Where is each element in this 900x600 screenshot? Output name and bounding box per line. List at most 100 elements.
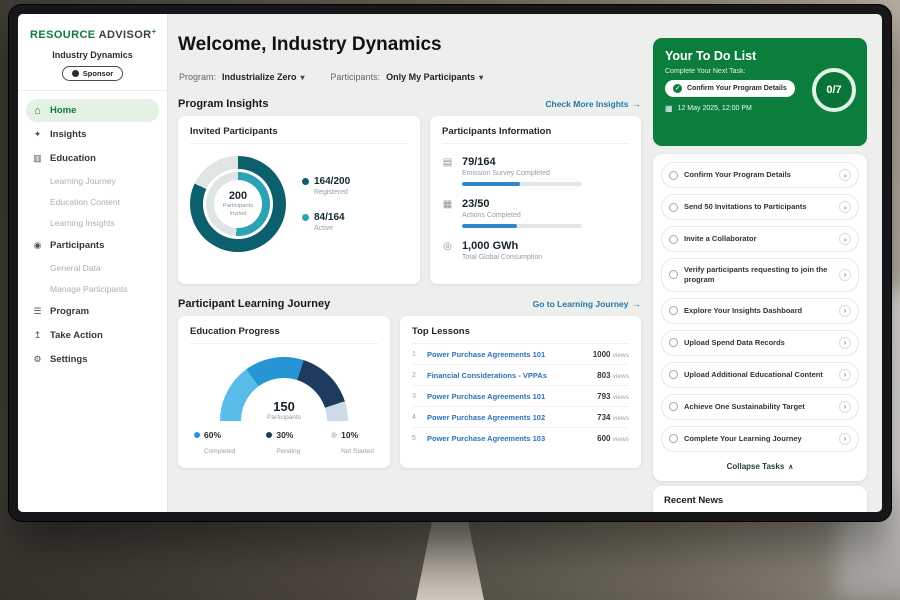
- logo-advisor: ADVISOR: [99, 29, 152, 41]
- task-label: Achieve One Sustainability Target: [684, 402, 833, 412]
- todo-task[interactable]: Send 50 Invitations to Participants: [661, 194, 859, 220]
- lesson-link[interactable]: Power Purchase Agreements 101: [427, 392, 590, 401]
- legend-item-registered: 164/200 Registered: [302, 176, 350, 196]
- sidebar-item-label: Program: [50, 306, 89, 317]
- nav-icon: [32, 129, 43, 140]
- chevron-right-icon[interactable]: [839, 337, 851, 349]
- chevron-right-icon[interactable]: [839, 201, 851, 213]
- next-task-pill[interactable]: Confirm Your Program Details: [665, 80, 795, 97]
- screen: RESOURCE ADVISOR+ Industry Dynamics Spon…: [18, 14, 882, 512]
- participants-select[interactable]: Only My Participants: [386, 72, 483, 82]
- todo-task[interactable]: Explore Your Insights Dashboard: [661, 298, 859, 324]
- invited-center-label: Participants Invited: [218, 203, 258, 218]
- task-checkbox[interactable]: [669, 203, 678, 212]
- task-checkbox[interactable]: [669, 235, 678, 244]
- chevron-right-icon[interactable]: [839, 433, 851, 445]
- education-progress-card: Education Progress 150 Participants 60% …: [178, 316, 390, 468]
- lesson-link[interactable]: Power Purchase Agreements 103: [427, 434, 590, 443]
- active-dot-icon: [302, 214, 309, 221]
- sidebar-item-label: Take Action: [50, 330, 103, 341]
- go-to-learning-journey-link[interactable]: Go to Learning Journey: [533, 299, 641, 309]
- nav-icon: [32, 330, 43, 341]
- participants-information-card: Participants Information 79/164 Emission…: [430, 116, 641, 284]
- sidebar-item-label: General Data: [50, 263, 101, 273]
- sidebar-item[interactable]: Program: [26, 300, 159, 323]
- todo-task[interactable]: Confirm Your Program Details: [661, 162, 859, 188]
- task-checkbox[interactable]: [669, 370, 678, 379]
- todo-task[interactable]: Invite a Collaborator: [661, 226, 859, 252]
- task-checkbox[interactable]: [669, 402, 678, 411]
- sidebar-item[interactable]: Take Action: [26, 324, 159, 347]
- chevron-right-icon[interactable]: [839, 169, 851, 181]
- sidebar-item[interactable]: Participants: [26, 234, 159, 257]
- participants-info-row: 79/164 Emission Survey Completed: [442, 156, 629, 186]
- task-label: Upload Additional Educational Content: [684, 370, 833, 380]
- chevron-right-icon[interactable]: [839, 369, 851, 381]
- chevron-right-icon[interactable]: [839, 269, 851, 281]
- invited-center-value: 200: [229, 190, 247, 202]
- todo-task[interactable]: Upload Additional Educational Content: [661, 362, 859, 388]
- sidebar-item[interactable]: Insights: [26, 123, 159, 146]
- arrow-right-icon: [633, 299, 642, 309]
- lesson-link[interactable]: Power Purchase Agreements 102: [427, 413, 590, 422]
- logo-resource: RESOURCE: [30, 29, 96, 41]
- next-task-label: Confirm Your Program Details: [687, 85, 787, 92]
- sidebar-item[interactable]: Learning Insights: [26, 213, 159, 233]
- task-checkbox[interactable]: [669, 270, 678, 279]
- task-checkbox[interactable]: [669, 171, 678, 180]
- program-select[interactable]: Industrialize Zero: [222, 72, 305, 82]
- sidebar-item-label: Education Content: [50, 197, 120, 207]
- task-label: Explore Your Insights Dashboard: [684, 306, 833, 316]
- chevron-right-icon[interactable]: [839, 305, 851, 317]
- gauge-legend-item: 10% Not Started: [331, 430, 374, 458]
- lesson-link[interactable]: Financial Considerations - VPPAs: [427, 371, 590, 380]
- desk-scene: RESOURCE ADVISOR+ Industry Dynamics Spon…: [0, 0, 900, 600]
- sidebar-item[interactable]: General Data: [26, 258, 159, 278]
- todo-task[interactable]: Upload Spend Data Records: [661, 330, 859, 356]
- todo-progress-ring: 0/7: [812, 68, 856, 112]
- lesson-link[interactable]: Power Purchase Agreements 101: [427, 350, 586, 359]
- program-filter-label: Program:: [179, 72, 216, 82]
- lesson-views: 734 views: [597, 413, 629, 422]
- top-lessons-title: Top Lessons: [412, 326, 629, 344]
- collapse-tasks-button[interactable]: Collapse Tasks: [661, 458, 859, 473]
- legend-item-active: 84/164 Active: [302, 212, 350, 232]
- learning-journey-header: Participant Learning Journey Go to Learn…: [178, 298, 641, 310]
- sidebar-item[interactable]: Settings: [26, 348, 159, 371]
- registered-dot-icon: [302, 178, 309, 185]
- chevron-right-icon[interactable]: [839, 233, 851, 245]
- metric-progress-bar: [462, 182, 582, 186]
- nav-icon: [32, 306, 43, 317]
- chevron-right-icon[interactable]: [839, 401, 851, 413]
- chevron-up-icon: [788, 462, 793, 471]
- sidebar-item[interactable]: Home: [26, 99, 159, 122]
- sidebar: RESOURCE ADVISOR+ Industry Dynamics Spon…: [18, 14, 168, 512]
- sidebar-item[interactable]: Education: [26, 147, 159, 170]
- sidebar-item[interactable]: Learning Journey: [26, 171, 159, 191]
- task-checkbox[interactable]: [669, 434, 678, 443]
- sidebar-item-label: Insights: [50, 129, 86, 140]
- sidebar-item-label: Education: [50, 153, 96, 164]
- sidebar-item-label: Settings: [50, 354, 87, 365]
- gauge-legend-item: 60% Completed: [194, 430, 235, 458]
- legend-dot-icon: [194, 432, 200, 438]
- todo-task[interactable]: Achieve One Sustainability Target: [661, 394, 859, 420]
- task-label: Confirm Your Program Details: [684, 170, 833, 180]
- sidebar-item[interactable]: Manage Participants: [26, 279, 159, 299]
- metric-label: Total Global Consumption: [462, 254, 542, 261]
- task-label: Complete Your Learning Journey: [684, 434, 833, 444]
- metric-value: 79/164: [462, 156, 582, 168]
- sidebar-item[interactable]: Education Content: [26, 192, 159, 212]
- todo-due-text: 12 May 2025, 12:00 PM: [678, 105, 752, 112]
- task-checkbox[interactable]: [669, 306, 678, 315]
- legend-dot-icon: [331, 432, 337, 438]
- task-checkbox[interactable]: [669, 338, 678, 347]
- task-label: Send 50 Invitations to Participants: [684, 202, 833, 212]
- metric-icon: [442, 240, 453, 261]
- page-title: Welcome, Industry Dynamics: [178, 34, 442, 56]
- sponsor-badge: Sponsor: [62, 66, 123, 81]
- todo-task[interactable]: Verify participants requesting to join t…: [661, 258, 859, 292]
- todo-task[interactable]: Complete Your Learning Journey: [661, 426, 859, 452]
- check-more-insights-link[interactable]: Check More Insights: [545, 99, 641, 109]
- invited-donut-chart: 200 Participants Invited: [190, 156, 286, 252]
